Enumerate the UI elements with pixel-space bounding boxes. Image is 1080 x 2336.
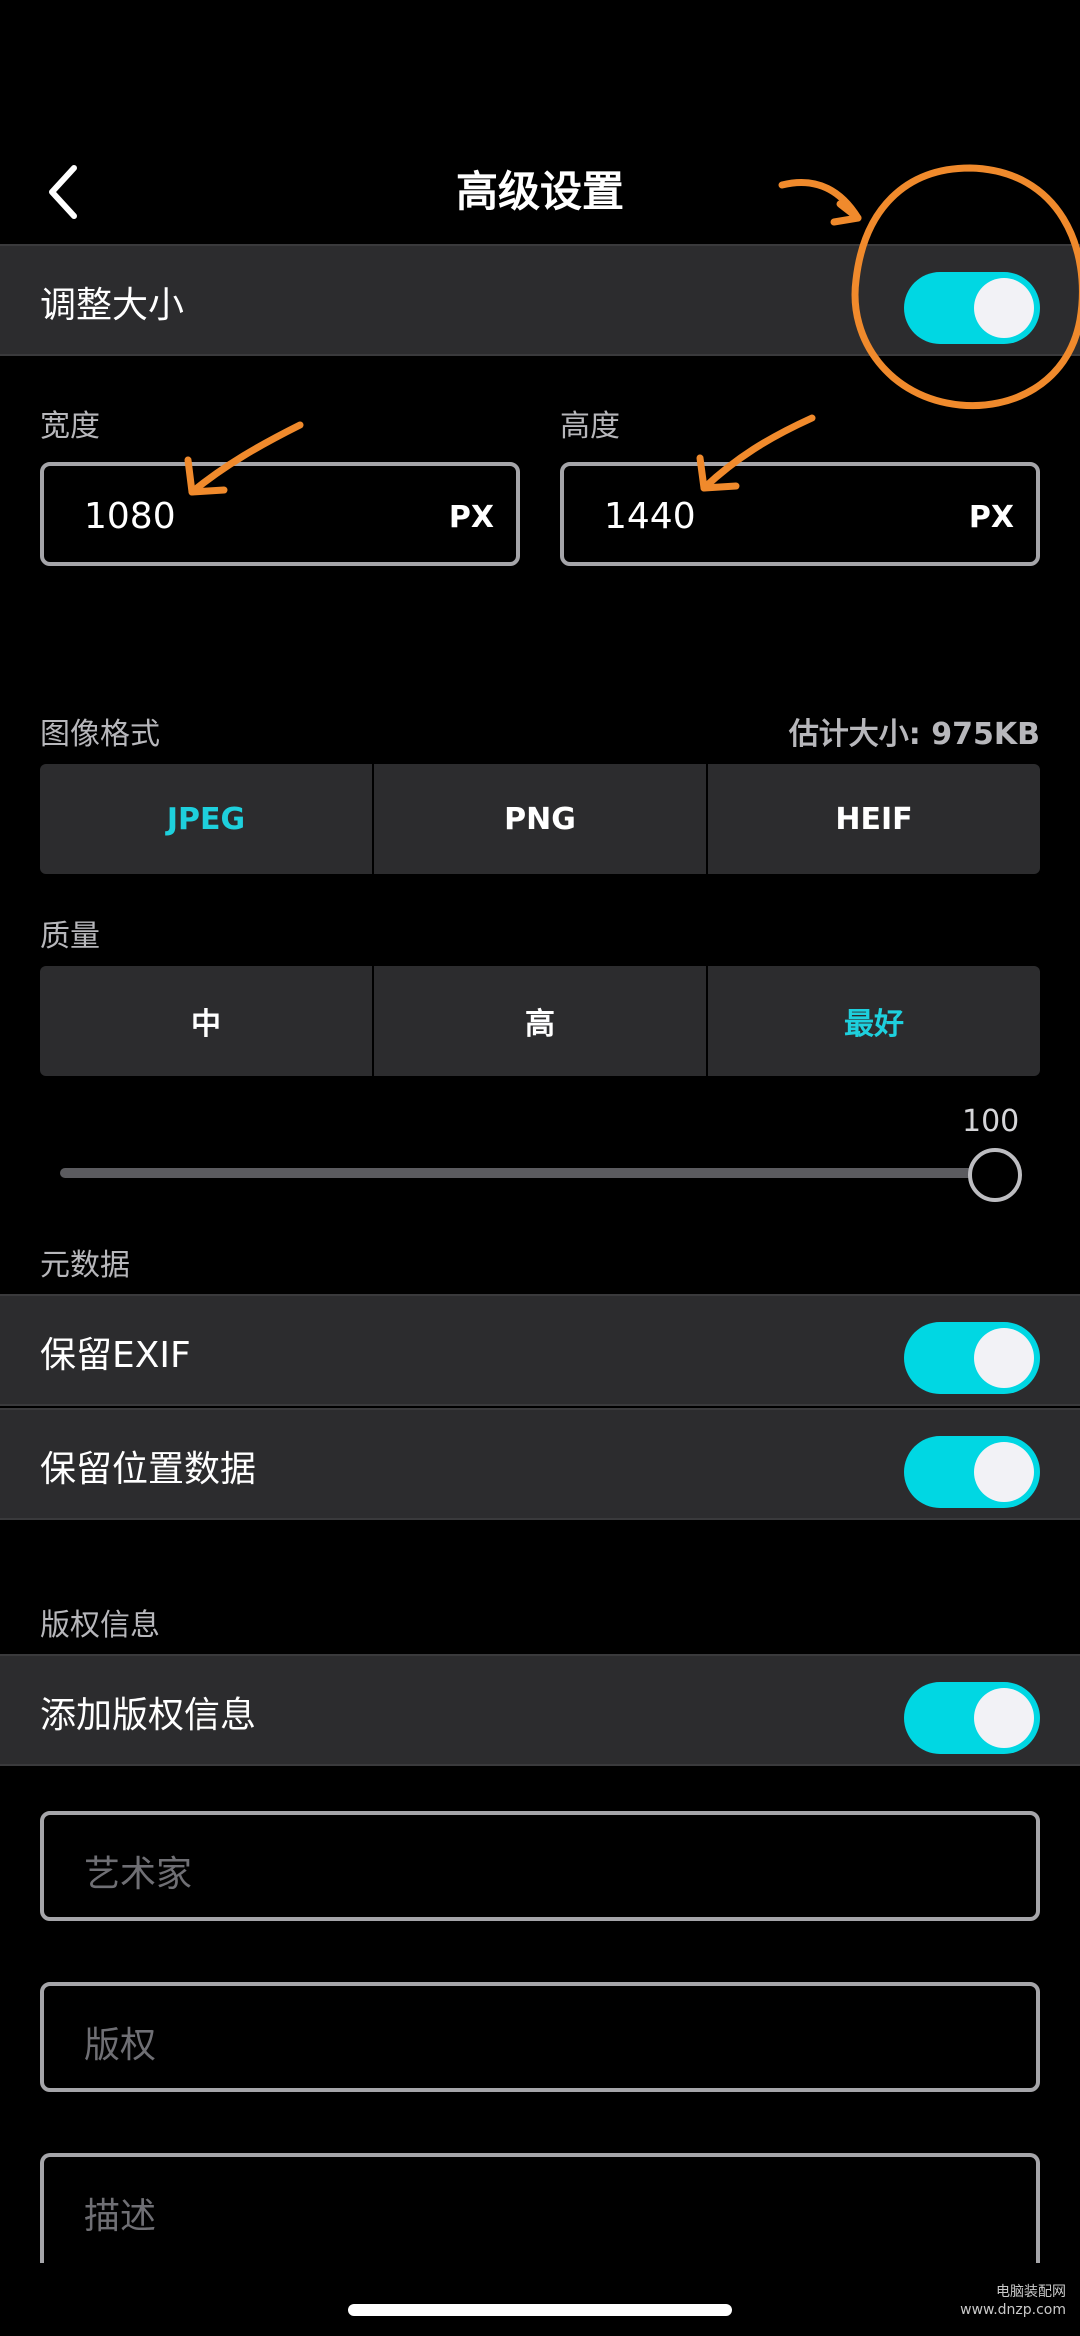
estimated-size: 估计大小: 975KB	[788, 717, 1040, 752]
quality-label: 质量	[40, 919, 100, 954]
format-png-button[interactable]: PNG	[374, 764, 706, 874]
keep-location-row: 保留位置数据	[0, 1408, 1080, 1520]
height-label: 高度	[560, 409, 620, 444]
artist-placeholder: 艺术家	[84, 1854, 193, 1895]
description-field[interactable]: 描述	[40, 2153, 1040, 2263]
width-label: 宽度	[40, 409, 100, 444]
site-watermark: 电脑装配网 www.dnzp.com	[960, 2283, 1066, 2319]
add-copyright-row: 添加版权信息	[0, 1654, 1080, 1766]
quality-high-button[interactable]: 高	[374, 966, 706, 1076]
quality-slider-track[interactable]	[60, 1168, 1005, 1178]
height-input[interactable]: 1440 PX	[560, 462, 1040, 566]
height-unit: PX	[968, 500, 1014, 535]
quality-medium-button[interactable]: 中	[40, 966, 372, 1076]
header: 高级设置	[0, 120, 1080, 244]
keep-exif-row: 保留EXIF	[0, 1294, 1080, 1406]
format-heif-button[interactable]: HEIF	[708, 764, 1040, 874]
keep-exif-label: 保留EXIF	[40, 1335, 191, 1376]
format-segmented-control: JPEG PNG HEIF	[40, 764, 1040, 874]
keep-location-toggle[interactable]	[904, 1436, 1040, 1508]
resize-label: 调整大小	[40, 285, 185, 326]
height-value: 1440	[604, 496, 696, 537]
watermark-line2: www.dnzp.com	[960, 2302, 1066, 2318]
resize-toggle[interactable]	[904, 272, 1040, 344]
format-label: 图像格式	[40, 717, 160, 752]
toggle-knob	[974, 1442, 1034, 1502]
keep-exif-toggle[interactable]	[904, 1322, 1040, 1394]
home-indicator[interactable]	[348, 2304, 732, 2316]
quality-slider-thumb[interactable]	[968, 1148, 1022, 1202]
add-copyright-label: 添加版权信息	[40, 1695, 257, 1736]
quality-segmented-control: 中 高 最好	[40, 966, 1040, 1076]
metadata-label: 元数据	[40, 1248, 130, 1283]
watermark-line1: 电脑装配网	[996, 2284, 1066, 2300]
quality-best-button[interactable]: 最好	[708, 966, 1040, 1076]
width-value: 1080	[84, 496, 176, 537]
description-placeholder: 描述	[84, 2196, 157, 2237]
toggle-knob	[974, 278, 1034, 338]
copyright-section-label: 版权信息	[40, 1608, 160, 1643]
toggle-knob	[974, 1688, 1034, 1748]
quality-slider-value: 100	[962, 1104, 1020, 1139]
toggle-knob	[974, 1328, 1034, 1388]
add-copyright-toggle[interactable]	[904, 1682, 1040, 1754]
format-jpeg-button[interactable]: JPEG	[40, 764, 372, 874]
artist-field[interactable]: 艺术家	[40, 1811, 1040, 1921]
copyright-field[interactable]: 版权	[40, 1982, 1040, 2092]
width-input[interactable]: 1080 PX	[40, 462, 520, 566]
keep-location-label: 保留位置数据	[40, 1449, 257, 1490]
width-unit: PX	[448, 500, 494, 535]
resize-row: 调整大小	[0, 244, 1080, 356]
copyright-placeholder: 版权	[84, 2025, 157, 2066]
page-title: 高级设置	[455, 167, 624, 216]
